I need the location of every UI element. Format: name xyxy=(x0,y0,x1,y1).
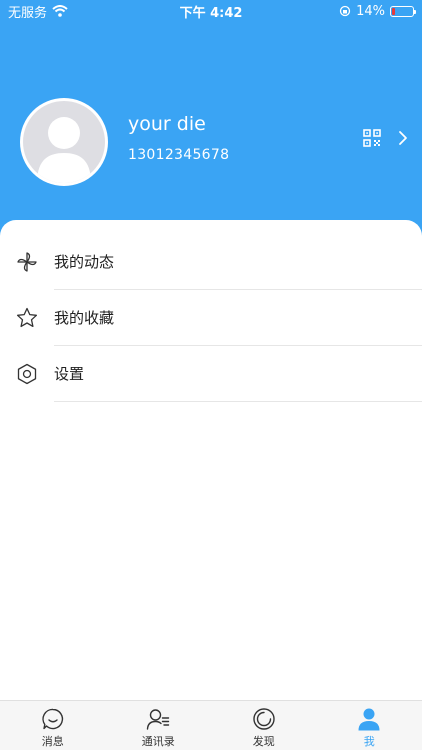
orientation-lock-icon xyxy=(339,5,351,17)
tab-messages[interactable]: 消息 xyxy=(0,701,106,750)
tab-me[interactable]: 我 xyxy=(317,701,422,750)
tab-label: 我 xyxy=(363,735,375,748)
chevron-right-icon[interactable] xyxy=(397,129,409,147)
chat-bubble-icon xyxy=(42,708,63,730)
menu-item-label: 我的动态 xyxy=(54,253,115,271)
menu-item-label: 我的收藏 xyxy=(54,309,115,327)
battery-percent: 14% xyxy=(356,3,385,19)
menu-item-moments[interactable]: 我的动态 xyxy=(0,234,422,290)
tab-label: 发现 xyxy=(252,735,275,748)
carrier-text: 无服务 xyxy=(8,5,48,21)
menu-item-favorites[interactable]: 我的收藏 xyxy=(0,290,422,346)
person-icon xyxy=(358,708,380,731)
contacts-icon xyxy=(147,709,170,730)
tab-label: 通讯录 xyxy=(141,735,175,748)
default-avatar-icon xyxy=(37,117,91,183)
menu-item-label: 设置 xyxy=(54,365,85,383)
battery-level-fill xyxy=(392,7,395,15)
pinwheel-icon xyxy=(17,252,37,272)
user-phone: 13012345678 xyxy=(128,147,230,163)
tab-label: 消息 xyxy=(41,735,64,748)
avatar[interactable] xyxy=(20,98,108,186)
profile-header: your die 13012345678 xyxy=(0,0,422,250)
wifi-icon xyxy=(52,5,68,17)
tab-discover[interactable]: 发现 xyxy=(211,701,317,750)
divider xyxy=(54,401,422,402)
user-name: your die xyxy=(128,113,206,135)
battery-icon xyxy=(390,5,416,17)
tab-contacts[interactable]: 通讯录 xyxy=(106,701,212,750)
qr-code-icon[interactable] xyxy=(363,129,381,147)
hexagon-settings-icon xyxy=(17,363,37,385)
menu-item-settings[interactable]: 设置 xyxy=(0,346,422,402)
tab-bar: 消息 通讯录 发现 我 xyxy=(0,700,422,750)
menu-card: 我的动态 我的收藏 设置 xyxy=(0,220,422,700)
star-icon xyxy=(16,307,38,328)
status-bar: 无服务 下午 4:42 14% xyxy=(0,0,422,22)
discover-icon xyxy=(253,708,275,730)
